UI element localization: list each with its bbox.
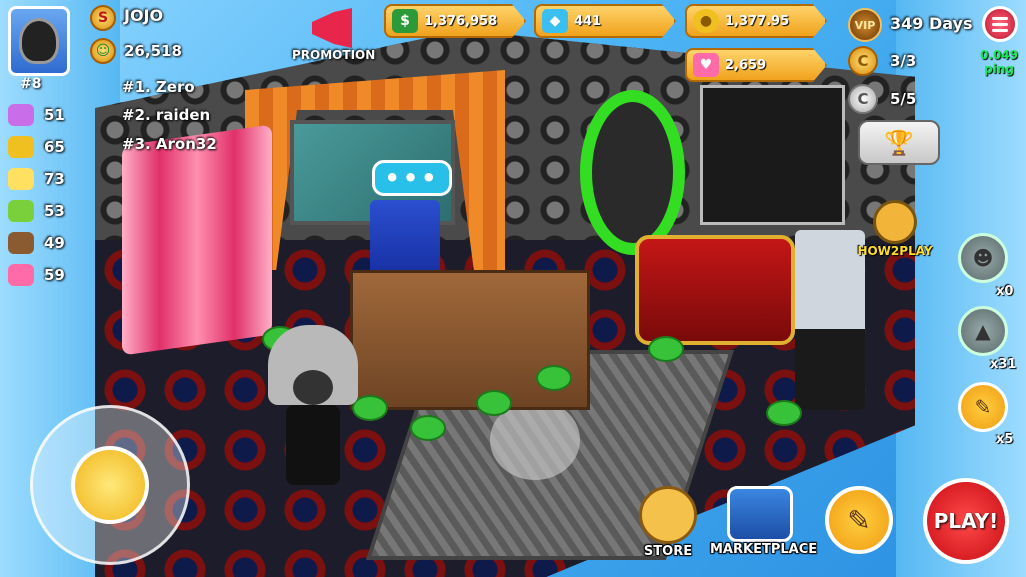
diamond-value: 441: [574, 13, 602, 29]
floor-pad[interactable]: [536, 365, 572, 391]
hearts-counter[interactable]: ♥ 2,659: [685, 48, 827, 82]
ghost-count: x0: [996, 284, 1014, 299]
stat-value: 49: [44, 234, 65, 252]
store-button[interactable]: STORE: [630, 486, 706, 559]
brush-item-button[interactable]: ✎: [958, 382, 1008, 432]
stat-row: 73: [8, 168, 65, 190]
brush-count: x5: [996, 432, 1014, 447]
flower-icon: [8, 104, 34, 126]
character-body: [286, 405, 340, 485]
floor-pad[interactable]: [410, 415, 446, 441]
megaphone-icon: [312, 8, 352, 48]
menu-bar: [992, 16, 1008, 20]
cake-icon: [8, 232, 34, 254]
c-silver-count: 5/5: [890, 90, 917, 108]
diamond-icon: ◆: [542, 9, 568, 33]
stat-value: 65: [44, 138, 65, 156]
gas-mask: [293, 370, 333, 405]
vip-badge[interactable]: VIP: [848, 8, 882, 42]
leaf-icon: [8, 200, 34, 222]
player-avatar[interactable]: [8, 6, 70, 76]
player-score: 26,518: [124, 42, 182, 60]
menu-button[interactable]: [982, 6, 1018, 42]
ping-label: ping: [984, 62, 1014, 76]
player-name: JOJO: [124, 6, 164, 25]
hearts-value: 2,659: [725, 57, 767, 73]
trophy-button[interactable]: 🏆: [858, 120, 940, 165]
smile-coin-icon: ☺: [90, 38, 116, 64]
crown-icon: [8, 136, 34, 158]
gas-mask-icon: [19, 18, 59, 64]
green-shelf[interactable]: [580, 90, 685, 255]
cash-counter[interactable]: $ 1,376,958: [384, 4, 526, 38]
how2play-label: HOW2PLAY: [857, 244, 933, 258]
floor-pad[interactable]: [476, 390, 512, 416]
decorate-button[interactable]: ✎: [825, 486, 893, 554]
floor-pad[interactable]: [648, 336, 684, 362]
how-to-play-button[interactable]: HOW2PLAY: [855, 200, 935, 258]
vip-days: 349 Days: [890, 14, 973, 33]
store-character-icon: [639, 486, 697, 544]
gold-counter[interactable]: ● 1,377.95: [685, 4, 827, 38]
wardrobe[interactable]: [122, 124, 272, 356]
heart-icon: [8, 264, 34, 286]
paintbrush-icon: ✎: [847, 503, 871, 537]
floor-pad[interactable]: [766, 400, 802, 426]
trophy-icon: 🏆: [884, 128, 914, 157]
ping-indicator: 0.049 ping: [975, 48, 1023, 76]
stat-row: 59: [8, 264, 65, 286]
stat-value: 59: [44, 266, 65, 284]
poop-icon: ▲: [975, 319, 991, 343]
stat-value: 73: [44, 170, 65, 188]
store-label: STORE: [643, 544, 693, 559]
stat-value: 53: [44, 202, 65, 220]
player-character[interactable]: [268, 325, 358, 500]
stat-row: 65: [8, 136, 65, 158]
stat-value: 51: [44, 106, 65, 124]
cash-icon: $: [392, 9, 418, 33]
stat-row: 53: [8, 200, 65, 222]
diamond-counter[interactable]: ◆ 441: [534, 4, 676, 38]
poop-count: x31: [990, 357, 1017, 372]
leaderboard-entry-3: #3. Aron32: [122, 135, 217, 153]
promotion-label: PROMOTION: [292, 48, 376, 62]
ping-value: 0.049: [980, 48, 1018, 62]
c-gold-count: 3/3: [890, 52, 917, 70]
gold-value: 1,377.95: [725, 13, 790, 29]
chat-bubble-button[interactable]: •••: [372, 160, 452, 196]
marketplace-icon: [727, 486, 793, 542]
brush-icon: ✎: [974, 395, 992, 419]
stat-row: 51: [8, 104, 65, 126]
player-rank: #8: [20, 76, 42, 92]
movement-joystick[interactable]: [30, 405, 190, 565]
stat-row: 49: [8, 232, 65, 254]
play-button[interactable]: PLAY!: [923, 478, 1009, 564]
promotion-button[interactable]: PROMOTION: [292, 8, 376, 62]
marketplace-button[interactable]: MARKETPLACE: [710, 486, 818, 557]
poster: [700, 85, 845, 225]
c-silver-coin-icon: C: [848, 84, 878, 114]
cash-value: 1,376,958: [424, 13, 498, 29]
joystick-knob[interactable]: [71, 446, 149, 524]
leaderboard-entry-1: #1. Zero: [122, 78, 195, 96]
ghost-icon: ☻: [972, 246, 994, 270]
how2play-character-icon: [873, 200, 917, 244]
bulb-icon: [8, 168, 34, 190]
c-gold-coin-icon: C: [848, 46, 878, 76]
menu-bar: [992, 28, 1008, 32]
leaderboard-entry-2: #2. raiden: [122, 106, 211, 124]
heart-box-icon: ♥: [693, 53, 719, 77]
marketplace-label: MARKETPLACE: [710, 542, 818, 557]
poop-item-button[interactable]: ▲: [958, 306, 1008, 356]
red-sofa[interactable]: [635, 235, 795, 345]
menu-bar: [992, 22, 1008, 26]
gold-coin-icon: ●: [693, 9, 719, 33]
ghost-item-button[interactable]: ☻: [958, 233, 1008, 283]
s-coin-icon: S: [90, 5, 116, 31]
